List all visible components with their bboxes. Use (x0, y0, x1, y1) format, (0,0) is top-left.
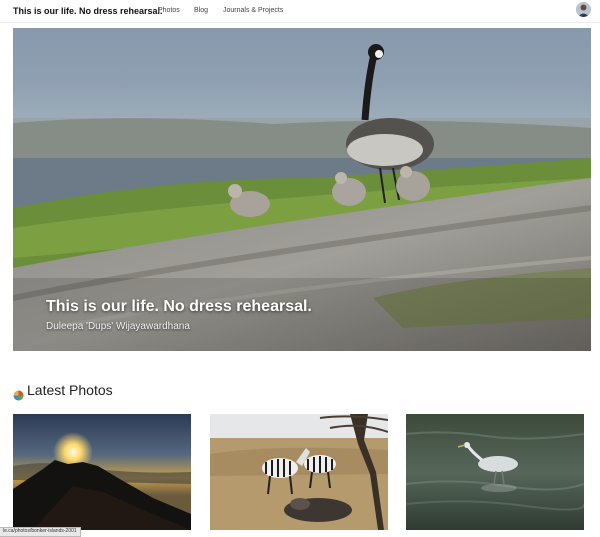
hero-banner[interactable]: This is our life. No dress rehearsal. Du… (13, 28, 591, 351)
sunset-photo (13, 414, 191, 530)
top-navigation: This is our life. No dress rehearsal. Ph… (0, 0, 600, 23)
hero-author: Duleepa 'Dups' Wijayawardhana (46, 321, 190, 332)
nav-link-blog[interactable]: Blog (194, 7, 208, 14)
photos-section-icon (13, 388, 24, 401)
site-brand[interactable]: This is our life. No dress rehearsal. (13, 6, 163, 16)
hero-title: This is our life. No dress rehearsal. (46, 298, 312, 315)
zebras-photo (210, 414, 388, 530)
photo-card-sunset[interactable] (13, 414, 191, 530)
photo-card-heron[interactable] (406, 414, 584, 530)
photo-card-zebras[interactable] (210, 414, 388, 530)
heron-photo (406, 414, 584, 530)
status-bar-url: le.ca/photos/bonker-islands-2001 (0, 527, 81, 537)
avatar[interactable] (576, 2, 591, 17)
nav-link-journals-projects[interactable]: Journals & Projects (223, 7, 283, 14)
latest-photos-heading: Latest Photos (27, 382, 113, 398)
nav-link-photos[interactable]: Photos (158, 7, 180, 14)
